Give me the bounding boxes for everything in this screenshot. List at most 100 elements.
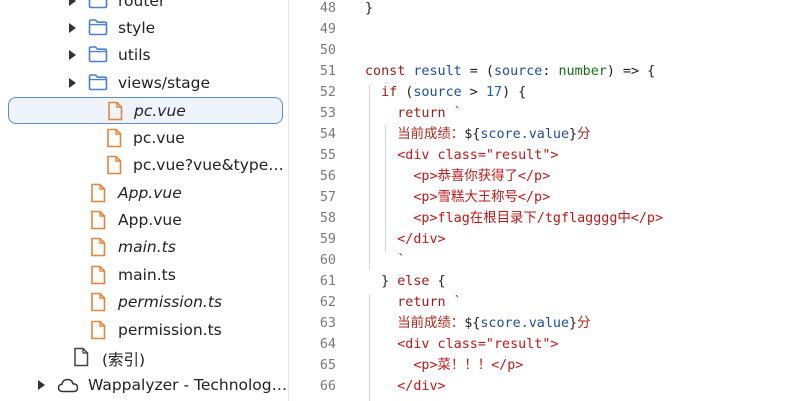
code-text: <p>flag在根目录下/tgflagggg中</p>: [365, 208, 663, 229]
tree-file-6[interactable]: pc.vue?vue&type…: [0, 152, 288, 179]
code-token: const: [365, 64, 414, 79]
tree-item-label: pc.vue: [133, 129, 185, 147]
code-token: (: [397, 85, 414, 100]
code-text: <p>恭喜你获得了</p>: [365, 166, 550, 187]
tree-folder-2[interactable]: utils: [0, 42, 288, 69]
code-text: <div class="result">: [365, 145, 558, 166]
code-token: return: [365, 295, 446, 310]
code-token: number: [558, 64, 607, 79]
code-token: </div>: [365, 379, 446, 394]
expand-arrow-icon[interactable]: [38, 380, 45, 390]
file-icon: [106, 128, 122, 152]
file-icon: [90, 320, 106, 344]
line-number: 59: [319, 232, 336, 247]
tree-file-10[interactable]: main.ts: [0, 262, 288, 289]
code-token: </div>: [365, 232, 446, 247]
tree-file-11[interactable]: permission.ts: [0, 289, 288, 316]
tree-folder-1[interactable]: style: [0, 15, 288, 42]
code-token: <p>flag在根目录下/tgflagggg中</p>: [365, 211, 664, 226]
code-token: score.value: [480, 127, 570, 142]
tree-file-4[interactable]: pc.vue: [8, 97, 283, 124]
code-line[interactable]: 48}: [289, 0, 805, 19]
tree-file-13[interactable]: (索引): [0, 344, 288, 371]
code-token: score.value: [480, 316, 570, 331]
code-token: }: [569, 316, 578, 331]
code-token: <p>恭喜你获得了</p>: [365, 169, 551, 184]
tree-folder-0[interactable]: router: [0, 0, 288, 15]
expand-arrow-icon[interactable]: [69, 78, 76, 88]
tree-file-9[interactable]: main.ts: [0, 234, 288, 261]
code-token: <div class="result">: [365, 337, 559, 352]
code-line[interactable]: 55 <div class="result">: [289, 145, 805, 166]
code-line[interactable]: 59 </div>: [289, 229, 805, 250]
code-token: 17: [485, 85, 503, 100]
tree-item-label: pc.vue?vue&type…: [133, 156, 284, 174]
code-text: return `: [365, 292, 462, 313]
code-token: result: [413, 64, 462, 79]
tree-item-label: utils: [118, 46, 151, 64]
code-token: }: [365, 274, 398, 289]
code-line[interactable]: 49: [289, 19, 805, 40]
line-number: 64: [319, 337, 336, 352]
line-number: 61: [319, 274, 336, 289]
line-number: 54: [319, 127, 336, 142]
code-line[interactable]: 65 <p>菜！！！</p>: [289, 355, 805, 376]
tree-item-label: views/stage: [118, 74, 211, 92]
tree-file-12[interactable]: permission.ts: [0, 317, 288, 344]
code-token: `: [365, 253, 406, 268]
expand-arrow-icon[interactable]: [69, 0, 76, 6]
code-token: 当前成绩：: [365, 127, 465, 142]
code-editor[interactable]: 48} 49 50 51 const result = (source: number)…: [289, 0, 805, 401]
line-number: 52: [319, 85, 336, 100]
code-line[interactable]: 51 const result = (source: number) => {: [289, 61, 805, 82]
tree-item-label: (索引): [102, 351, 146, 369]
file-icon: [90, 237, 106, 261]
code-line[interactable]: 53 return `: [289, 103, 805, 124]
code-token: = (: [461, 64, 494, 79]
file-tree-sidebar: router style utils views/stage pc.vue pc.vue p…: [0, 0, 288, 401]
code-token: 当前成绩：: [365, 316, 465, 331]
code-text: 当前成绩：${score.value}分: [365, 313, 590, 334]
code-line[interactable]: 64 <div class="result">: [289, 334, 805, 355]
tree-file-8[interactable]: App.vue: [0, 207, 288, 234]
line-number: 65: [319, 358, 336, 373]
code-line[interactable]: 63 当前成绩：${score.value}分: [289, 313, 805, 334]
code-token: 分: [577, 127, 591, 142]
code-line[interactable]: 58 <p>flag在根目录下/tgflagggg中</p>: [289, 208, 805, 229]
tree-folder-3[interactable]: views/stage: [0, 70, 288, 97]
code-line[interactable]: 57 <p>雪糕大王称号</p>: [289, 187, 805, 208]
code-line[interactable]: 61 } else {: [289, 271, 805, 292]
code-line[interactable]: 60 `: [289, 250, 805, 271]
expand-arrow-icon[interactable]: [69, 50, 76, 60]
line-number: 55: [319, 148, 336, 163]
tree-item-label: App.vue: [118, 211, 182, 229]
code-text: <div class="result">: [365, 334, 558, 355]
line-number: 60: [319, 253, 336, 268]
tree-file-5[interactable]: pc.vue: [0, 125, 288, 152]
code-text: return `: [365, 103, 462, 124]
line-number: 49: [319, 22, 336, 37]
code-line[interactable]: 50: [289, 40, 805, 61]
tree-file-7[interactable]: App.vue: [0, 180, 288, 207]
code-token: source: [494, 64, 543, 79]
file-icon: [90, 183, 106, 207]
code-text: `: [365, 250, 405, 271]
code-line[interactable]: 56 <p>恭喜你获得了</p>: [289, 166, 805, 187]
code-token: ${: [464, 316, 481, 331]
line-number: 56: [319, 169, 336, 184]
code-line[interactable]: 52 if (source > 17) {: [289, 82, 805, 103]
tree-item-label: permission.ts: [118, 321, 222, 339]
code-text: if (source > 17) {: [365, 82, 526, 103]
expand-arrow-icon[interactable]: [69, 23, 76, 33]
line-number: 62: [319, 295, 336, 310]
tree-extension[interactable]: Wappalyzer - Technolog…: [0, 372, 288, 399]
code-text: 当前成绩：${score.value}分: [365, 124, 590, 145]
code-token: `: [445, 295, 462, 310]
code-line[interactable]: 62 return `: [289, 292, 805, 313]
code-line[interactable]: 66 </div>: [289, 376, 805, 397]
folder-icon: [88, 18, 108, 40]
file-icon: [106, 155, 122, 179]
code-line[interactable]: 54 当前成绩：${score.value}分: [289, 124, 805, 145]
cloud-icon: [57, 377, 79, 397]
line-number: 58: [319, 211, 336, 226]
